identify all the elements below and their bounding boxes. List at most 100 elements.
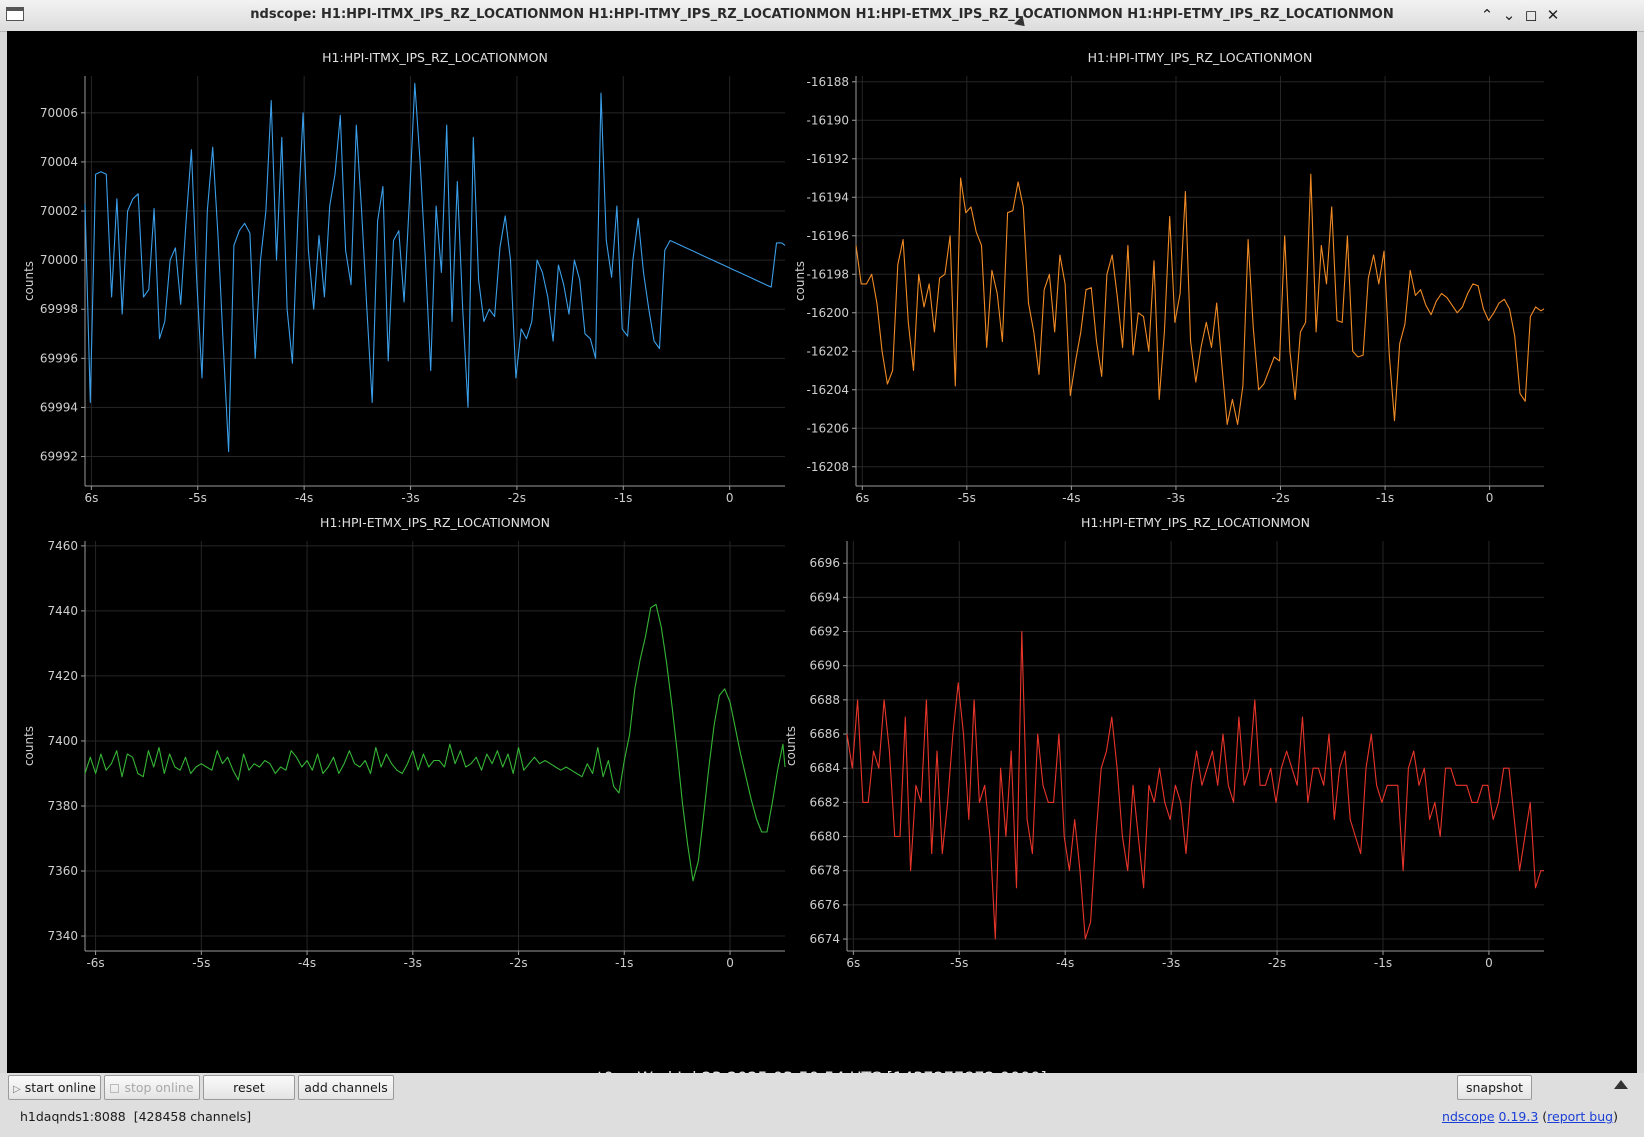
x-tick-label: -6s [86,956,104,970]
x-tick-label: -4s [1062,491,1080,505]
series-line [855,173,1545,425]
y-tick-label: -16192 [806,152,849,166]
y-axis-label: counts [22,261,36,301]
y-tick-label: 7400 [47,734,78,748]
y-tick-label: 69996 [40,351,78,365]
y-tick-label: 7360 [47,864,78,878]
channel-count: [428458 channels] [133,1109,252,1124]
reset-button[interactable]: reset [203,1075,295,1100]
y-tick-label: 7340 [47,929,78,943]
y-tick-label: 6688 [809,693,840,707]
x-tick-label: -2s [508,491,526,505]
server-status: h1daqnds1:8088 [428458 channels] [20,1109,251,1124]
x-tick-label: -3s [1167,491,1185,505]
x-tick-label: 0 [726,956,734,970]
y-tick-label: 69992 [40,450,78,464]
y-tick-label: 6678 [809,864,840,878]
plot-1: 6s -5s -4s -3s -2s -1s 0 69992 69994 69996 69998 70… [22,50,786,505]
y-tick-label: 6680 [809,830,840,844]
maximize-icon[interactable]: ◻ [1521,5,1541,25]
collapse-arrow-icon[interactable] [1614,1080,1628,1089]
y-tick-label: 69994 [40,400,78,414]
x-tick-label: -1s [1376,491,1394,505]
y-tick-label: 70006 [40,106,78,120]
plot-title: H1:HPI-ITMY_IPS_RZ_LOCATIONMON [1088,50,1313,65]
minimize-icon[interactable]: ⌄ [1499,5,1519,25]
plot-3: -6s -5s -4s -3s -2s -1s 0 7340 7360 7380 7400 7420 7… [22,515,786,970]
y-tick-label: 70004 [40,155,78,169]
y-tick-label: -16202 [806,344,849,358]
y-tick-label: -16198 [806,267,849,281]
plot-title: H1:HPI-ETMX_IPS_RZ_LOCATIONMON [320,515,550,530]
x-tick-label: 0 [1485,956,1493,970]
series-line [84,82,786,453]
ndscope-link[interactable]: ndscope [1442,1109,1495,1124]
x-tick-label: 0 [1486,491,1494,505]
x-tick-label: -3s [404,956,422,970]
stop-online-button[interactable]: stop online [104,1075,200,1100]
x-tick-label: -2s [1268,956,1286,970]
x-tick-label: 6s [846,956,860,970]
y-tick-label: 7440 [47,604,78,618]
y-axis-label: counts [784,726,798,766]
y-tick-label: 6692 [809,625,840,639]
window-titlebar[interactable]: ndscope: H1:HPI-ITMX_IPS_RZ_LOCATIONMON … [0,0,1644,32]
plot-4: 6s -5s -4s -3s -2s -1s 0 6674 6676 6678 6680 6682 66… [784,515,1544,970]
y-tick-label: 7380 [47,799,78,813]
y-tick-label: -16188 [806,75,849,89]
y-axis-label: counts [22,726,36,766]
y-tick-label: -16200 [806,306,849,320]
x-tick-label: -4s [1056,956,1074,970]
series-line [846,630,1544,940]
start-online-label: start online [24,1080,96,1095]
start-online-button[interactable]: ▷ start online [8,1075,101,1100]
x-tick-label: -5s [958,491,976,505]
add-channels-button[interactable]: add channels [298,1075,394,1100]
y-tick-label: 7460 [47,539,78,553]
close-icon[interactable]: ✕ [1543,5,1563,25]
y-tick-label: -16204 [806,383,849,397]
chevron-up-icon[interactable]: ⌃ [1477,5,1497,25]
stop-online-label: stop online [124,1080,194,1095]
x-tick-label: -1s [614,491,632,505]
plot-area[interactable]: 6s -5s -4s -3s -2s -1s 0 69992 69994 69996 69998 70… [7,31,1637,1087]
y-tick-label: 6690 [809,659,840,673]
y-tick-label: -16208 [806,460,849,474]
x-tick-label: -4s [295,491,313,505]
y-axis-label: counts [793,261,807,301]
series-line [84,603,786,882]
y-tick-label: 6696 [809,556,840,570]
y-tick-label: -16206 [806,421,849,435]
y-tick-label: -16190 [806,113,849,127]
version-link[interactable]: 0.19.3 [1499,1109,1539,1124]
y-tick-label: 7420 [47,669,78,683]
x-tick-label: -5s [192,956,210,970]
x-tick-label: -3s [1162,956,1180,970]
y-tick-label: 69998 [40,302,78,316]
y-tick-label: 70002 [40,204,78,218]
y-tick-label: 6676 [809,898,840,912]
server-address: h1daqnds1:8088 [20,1109,126,1124]
y-tick-label: -16194 [806,190,849,204]
plot-2: 6s -5s -4s -3s -2s -1s 0 -16208 -16206 -16204 -162… [793,50,1545,505]
plot-title: H1:HPI-ITMX_IPS_RZ_LOCATIONMON [322,50,548,65]
x-tick-label: -1s [1374,956,1392,970]
window-title: ndscope: H1:HPI-ITMX_IPS_RZ_LOCATIONMON … [250,7,1394,22]
close-paren: ) [1613,1109,1618,1124]
stop-icon [110,1084,120,1093]
x-tick-label: -2s [509,956,527,970]
y-tick-label: 6686 [809,727,840,741]
plots-canvas[interactable]: 6s -5s -4s -3s -2s -1s 0 69992 69994 69996 69998 70… [7,31,1637,1073]
y-tick-label: 6694 [809,590,840,604]
play-icon: ▷ [13,1084,21,1095]
y-tick-label: 6684 [809,761,840,775]
x-tick-label: -2s [1271,491,1289,505]
x-tick-label: -5s [950,956,968,970]
snapshot-button[interactable]: snapshot [1457,1075,1532,1100]
y-tick-label: 70000 [40,253,78,267]
plot-title: H1:HPI-ETMY_IPS_RZ_LOCATIONMON [1081,515,1310,530]
version-info: ndscope 0.19.3 (report bug) [1442,1109,1618,1124]
report-bug-link[interactable]: report bug [1547,1109,1613,1124]
y-tick-label: 6682 [809,795,840,809]
x-tick-label: 6s [855,491,869,505]
